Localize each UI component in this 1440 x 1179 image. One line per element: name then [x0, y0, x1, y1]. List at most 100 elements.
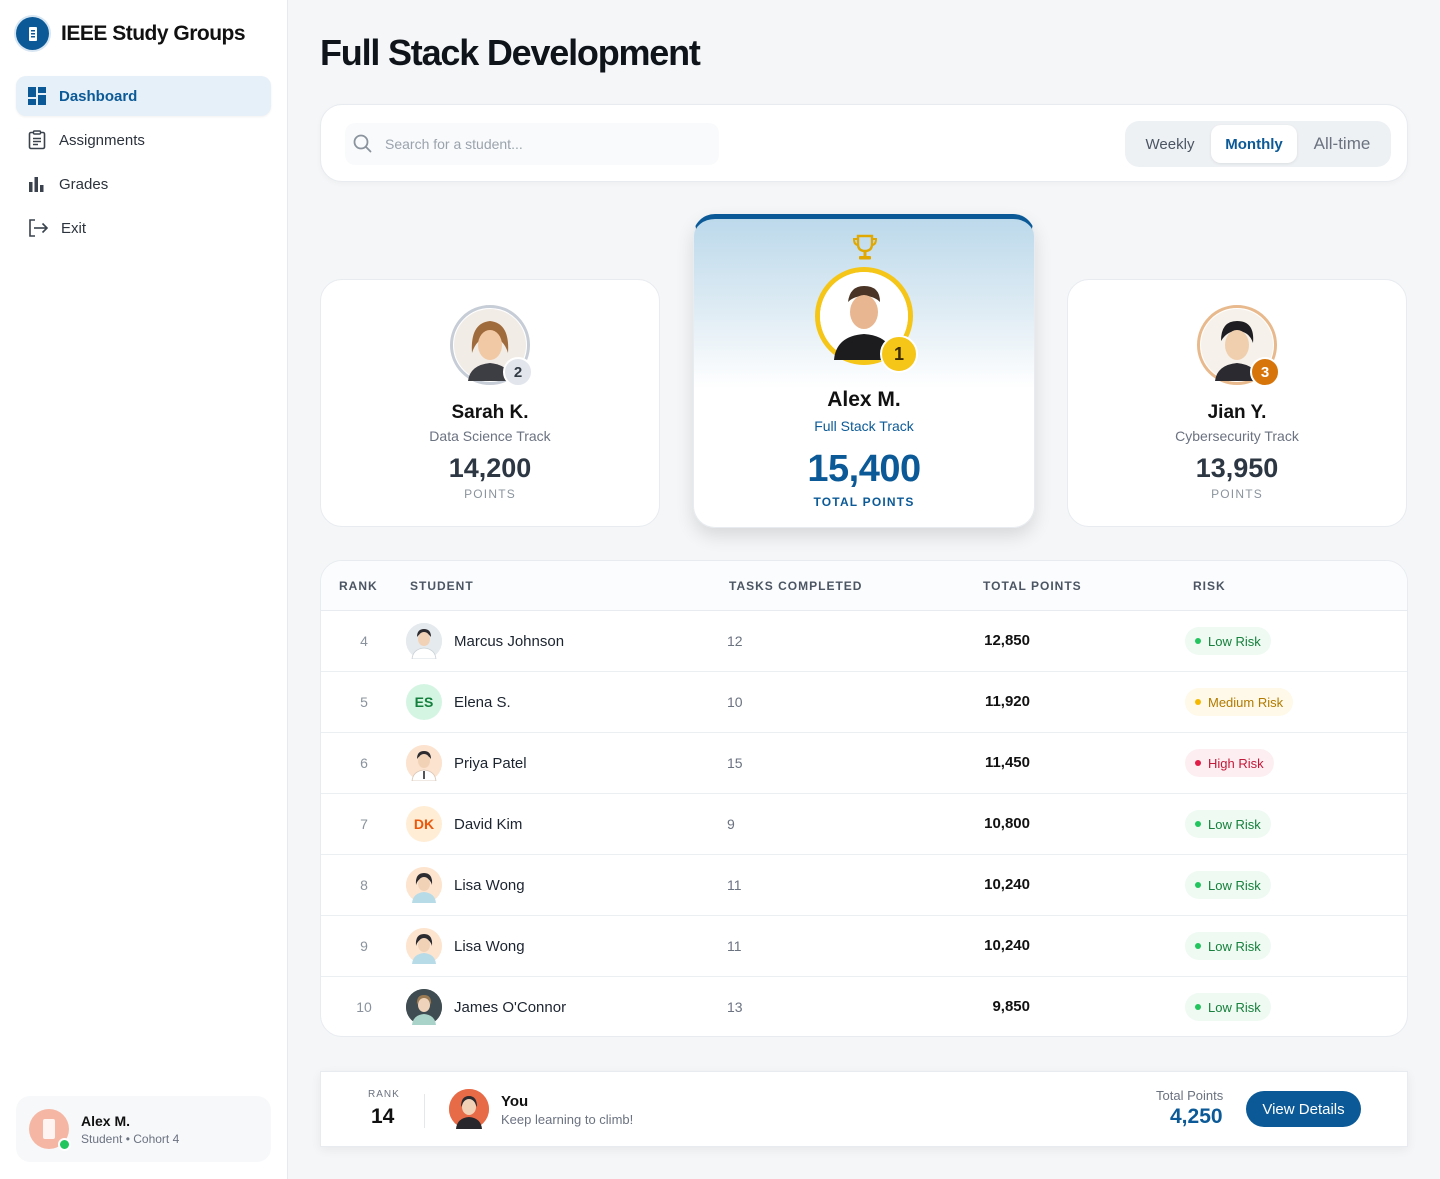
- column-header-points[interactable]: TOTAL POINTS: [983, 579, 1082, 593]
- your-rank-bar: RANK 14 You Keep learning to climb! Tota…: [320, 1071, 1408, 1147]
- table-row[interactable]: 7 DK David Kim 9 10,800 Low Risk: [321, 794, 1407, 855]
- your-points-label: Total Points: [1156, 1088, 1224, 1103]
- podium-track: Data Science Track: [429, 428, 551, 444]
- sidebar-item-assignments[interactable]: Assignments: [16, 120, 271, 160]
- risk-dot-icon: [1195, 1004, 1201, 1010]
- avatar-initials: DK: [406, 806, 442, 842]
- your-rank-label: RANK: [368, 1089, 400, 1100]
- podium-track: Cybersecurity Track: [1175, 428, 1299, 444]
- podium-points: 13,950: [1195, 453, 1279, 483]
- search-icon: [353, 134, 372, 153]
- sidebar-nav: Dashboard Assignments Grades Exit: [16, 76, 271, 252]
- sidebar-item-exit[interactable]: Exit: [16, 208, 271, 248]
- row-student-name: Elena S.: [454, 694, 511, 711]
- brand-title: IEEE Study Groups: [61, 21, 246, 45]
- row-tasks: 11: [727, 877, 742, 893]
- row-rank: 9: [360, 938, 368, 954]
- row-rank: 6: [360, 755, 368, 771]
- row-rank: 10: [356, 999, 372, 1015]
- view-details-button[interactable]: View Details: [1246, 1091, 1361, 1127]
- column-header-tasks[interactable]: TASKS COMPLETED: [729, 579, 862, 593]
- avatar: [29, 1109, 71, 1151]
- risk-badge: Low Risk: [1185, 993, 1271, 1021]
- bar-chart-icon: [29, 177, 44, 192]
- avatar: [406, 867, 442, 903]
- row-student-name: Priya Patel: [454, 755, 527, 772]
- row-tasks: 13: [727, 999, 743, 1015]
- risk-label: High Risk: [1208, 755, 1264, 771]
- table-row[interactable]: 8 Lisa Wong 11 10,240 Low Risk: [321, 855, 1407, 916]
- column-header-student[interactable]: STUDENT: [410, 579, 474, 593]
- risk-label: Medium Risk: [1208, 694, 1284, 710]
- risk-dot-icon: [1195, 760, 1201, 766]
- row-points: 10,800: [984, 815, 1030, 832]
- risk-dot-icon: [1195, 699, 1201, 705]
- user-subtitle: Student • Cohort 4: [81, 1131, 180, 1146]
- column-header-risk[interactable]: RISK: [1193, 579, 1226, 593]
- row-tasks: 9: [727, 816, 735, 832]
- rank-badge: 1: [880, 335, 918, 373]
- podium-card-third[interactable]: 3 Jian Y. Cybersecurity Track 13,950 POI…: [1067, 279, 1407, 527]
- trophy-icon: [852, 234, 878, 260]
- podium-points: 15,400: [807, 448, 921, 490]
- row-tasks: 15: [727, 755, 743, 771]
- table-row[interactable]: 9 Lisa Wong 11 10,240 Low Risk: [321, 916, 1407, 977]
- your-points-value: 4,250: [1170, 1105, 1223, 1128]
- row-student-name: Lisa Wong: [454, 938, 525, 955]
- podium-card-first[interactable]: 1 Alex M. Full Stack Track 15,400 TOTAL …: [693, 214, 1035, 528]
- row-tasks: 10: [727, 694, 743, 710]
- row-points: 12,850: [984, 632, 1030, 649]
- period-weekly-button[interactable]: Weekly: [1129, 125, 1211, 163]
- sidebar-item-label: Grades: [59, 175, 109, 193]
- risk-label: Low Risk: [1208, 633, 1261, 649]
- current-user-card[interactable]: Alex M. Student • Cohort 4: [16, 1096, 271, 1162]
- avatar: [406, 928, 442, 964]
- podium-points-label: TOTAL POINTS: [813, 495, 915, 509]
- sidebar: IEEE Study Groups Dashboard Assignments …: [0, 0, 288, 1179]
- rank-badge: 3: [1250, 357, 1280, 387]
- search-box[interactable]: [345, 123, 719, 165]
- risk-dot-icon: [1195, 638, 1201, 644]
- column-header-rank[interactable]: RANK: [339, 579, 378, 593]
- avatar: [449, 1089, 489, 1129]
- row-student-name: James O'Connor: [454, 999, 567, 1016]
- row-points: 11,450: [984, 754, 1030, 771]
- podium-points: 14,200: [448, 453, 532, 483]
- divider: [424, 1094, 425, 1128]
- row-student-name: Lisa Wong: [454, 877, 525, 894]
- your-name: You: [501, 1093, 529, 1110]
- toolbar: Weekly Monthly All-time: [320, 104, 1408, 182]
- table-row[interactable]: 6 Priya Patel 15 11,450 High Risk: [321, 733, 1407, 794]
- risk-label: Low Risk: [1208, 816, 1261, 832]
- period-all-time-button[interactable]: All-time: [1297, 125, 1387, 163]
- avatar: [406, 623, 442, 659]
- brand[interactable]: IEEE Study Groups: [16, 17, 246, 50]
- row-points: 11,920: [984, 693, 1030, 710]
- sidebar-item-grades[interactable]: Grades: [16, 164, 271, 204]
- podium-points-label: POINTS: [464, 487, 516, 501]
- sidebar-item-label: Dashboard: [59, 87, 138, 105]
- search-input[interactable]: [385, 136, 705, 152]
- row-student-name: Marcus Johnson: [454, 633, 565, 650]
- avatar-initials: ES: [406, 684, 442, 720]
- risk-dot-icon: [1195, 882, 1201, 888]
- period-monthly-button[interactable]: Monthly: [1211, 125, 1297, 163]
- risk-dot-icon: [1195, 821, 1201, 827]
- table-row[interactable]: 5 ES Elena S. 10 11,920 Medium Risk: [321, 672, 1407, 733]
- exit-icon: [29, 219, 49, 237]
- table-row[interactable]: 4 Marcus Johnson 12 12,850 Low Risk: [321, 611, 1407, 672]
- rank-badge: 2: [503, 357, 533, 387]
- row-rank: 8: [360, 877, 368, 893]
- row-points: 10,240: [984, 937, 1030, 954]
- risk-badge: Low Risk: [1185, 871, 1271, 899]
- risk-badge: Low Risk: [1185, 810, 1271, 838]
- leaderboard-table: RANK STUDENT TASKS COMPLETED TOTAL POINT…: [320, 560, 1408, 1037]
- risk-dot-icon: [1195, 943, 1201, 949]
- podium-card-second[interactable]: 2 Sarah K. Data Science Track 14,200 POI…: [320, 279, 660, 527]
- table-row[interactable]: 10 James O'Connor 13 9,850 Low Risk: [321, 977, 1407, 1036]
- page-title: Full Stack Development: [320, 32, 701, 73]
- online-status-dot: [58, 1138, 71, 1151]
- avatar: [406, 745, 442, 781]
- sidebar-item-dashboard[interactable]: Dashboard: [16, 76, 271, 116]
- user-name: Alex M.: [81, 1112, 131, 1129]
